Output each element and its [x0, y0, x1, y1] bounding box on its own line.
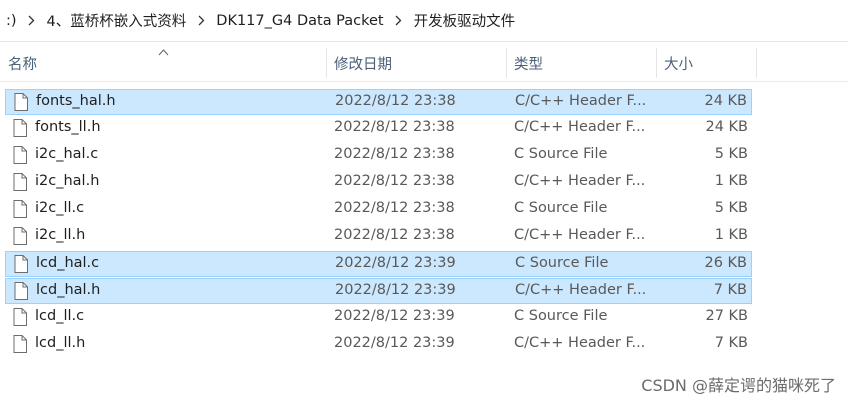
column-header-size-label: 大小 — [664, 56, 693, 73]
file-size: 7 KB — [713, 282, 747, 298]
file-size: 24 KB — [705, 119, 748, 135]
file-row[interactable]: i2c_ll.h 2022/8/12 23:38 C/C++ Header F.… — [5, 224, 752, 250]
file-date: 2022/8/12 23:38 — [334, 146, 455, 162]
file-date: 2022/8/12 23:39 — [335, 282, 456, 298]
column-header-name-label: 名称 — [8, 56, 37, 73]
file-name: i2c_hal.c — [35, 146, 99, 162]
document-icon — [13, 335, 27, 353]
column-header-type-label: 类型 — [514, 56, 543, 73]
file-size: 24 KB — [704, 93, 747, 109]
file-name: i2c_ll.c — [35, 200, 85, 216]
file-type: C/C++ Header F... — [514, 119, 646, 135]
watermark: CSDN @薛定谔的猫咪死了 — [641, 376, 836, 395]
document-icon — [13, 119, 27, 137]
file-date: 2022/8/12 23:38 — [334, 119, 455, 135]
file-type: C/C++ Header F... — [515, 93, 647, 109]
file-date: 2022/8/12 23:39 — [334, 308, 455, 324]
file-size: 1 KB — [714, 173, 748, 189]
file-type: C/C++ Header F... — [515, 282, 647, 298]
column-header-row: 名称 修改日期 类型 大小 — [0, 44, 848, 82]
breadcrumb-item-folder-2[interactable]: DK117_G4 Data Packet — [210, 13, 389, 29]
document-icon — [13, 200, 27, 218]
file-row[interactable]: i2c_hal.h 2022/8/12 23:38 C/C++ Header F… — [5, 170, 752, 196]
file-date: 2022/8/12 23:38 — [334, 173, 455, 189]
file-name: fonts_ll.h — [35, 119, 101, 135]
file-name: lcd_hal.c — [36, 255, 100, 271]
file-name: lcd_ll.h — [35, 335, 86, 351]
document-icon — [13, 227, 27, 245]
breadcrumb: :) 4、蓝桥杯嵌入式资料 DK117_G4 Data Packet 开发板驱动… — [0, 0, 848, 42]
file-row[interactable]: lcd_hal.h 2022/8/12 23:39 C/C++ Header F… — [5, 278, 752, 304]
column-divider[interactable] — [756, 48, 757, 78]
breadcrumb-item-folder-1[interactable]: 4、蓝桥杯嵌入式资料 — [41, 10, 193, 31]
chevron-right-icon[interactable] — [23, 15, 41, 26]
file-row[interactable]: i2c_ll.c 2022/8/12 23:38 C Source File 5… — [5, 197, 752, 223]
file-date: 2022/8/12 23:38 — [334, 227, 455, 243]
file-size: 5 KB — [714, 200, 748, 216]
file-size: 1 KB — [714, 227, 748, 243]
file-name: i2c_ll.h — [35, 227, 86, 243]
file-type: C Source File — [515, 255, 609, 271]
document-icon — [14, 93, 28, 111]
breadcrumb-item-current[interactable]: 开发板驱动文件 — [408, 10, 522, 31]
file-date: 2022/8/12 23:38 — [334, 200, 455, 216]
column-header-type[interactable]: 类型 — [506, 44, 656, 82]
breadcrumb-item-drive[interactable]: :) — [0, 13, 23, 29]
file-row[interactable]: lcd_ll.c 2022/8/12 23:39 C Source File 2… — [5, 305, 752, 331]
document-icon — [14, 255, 28, 273]
file-row[interactable]: fonts_hal.h 2022/8/12 23:38 C/C++ Header… — [5, 89, 752, 115]
document-icon — [14, 282, 28, 300]
file-size: 5 KB — [714, 146, 748, 162]
chevron-right-icon[interactable] — [192, 15, 210, 26]
file-row[interactable]: fonts_ll.h 2022/8/12 23:38 C/C++ Header … — [5, 116, 752, 142]
file-row[interactable]: lcd_hal.c 2022/8/12 23:39 C Source File … — [5, 251, 752, 277]
file-date: 2022/8/12 23:39 — [335, 255, 456, 271]
file-name: lcd_ll.c — [35, 308, 85, 324]
file-name: lcd_hal.h — [36, 282, 101, 298]
document-icon — [13, 308, 27, 326]
chevron-right-icon[interactable] — [390, 15, 408, 26]
file-date: 2022/8/12 23:39 — [334, 335, 455, 351]
file-type: C/C++ Header F... — [514, 173, 646, 189]
file-size: 7 KB — [714, 335, 748, 351]
document-icon — [13, 173, 27, 191]
column-header-size[interactable]: 大小 — [656, 44, 756, 82]
column-header-date[interactable]: 修改日期 — [326, 44, 506, 82]
file-type: C/C++ Header F... — [514, 227, 646, 243]
column-header-name[interactable]: 名称 — [0, 44, 326, 82]
file-name: fonts_hal.h — [36, 93, 116, 109]
file-size: 26 KB — [704, 255, 747, 271]
file-row[interactable]: i2c_hal.c 2022/8/12 23:38 C Source File … — [5, 143, 752, 169]
file-type: C Source File — [514, 308, 608, 324]
document-icon — [13, 146, 27, 164]
column-header-date-label: 修改日期 — [334, 56, 392, 73]
file-name: i2c_hal.h — [35, 173, 100, 189]
file-date: 2022/8/12 23:38 — [335, 93, 456, 109]
file-type: C Source File — [514, 200, 608, 216]
file-type: C Source File — [514, 146, 608, 162]
file-size: 27 KB — [705, 308, 748, 324]
file-type: C/C++ Header F... — [514, 335, 646, 351]
file-row[interactable]: lcd_ll.h 2022/8/12 23:39 C/C++ Header F.… — [5, 332, 752, 358]
